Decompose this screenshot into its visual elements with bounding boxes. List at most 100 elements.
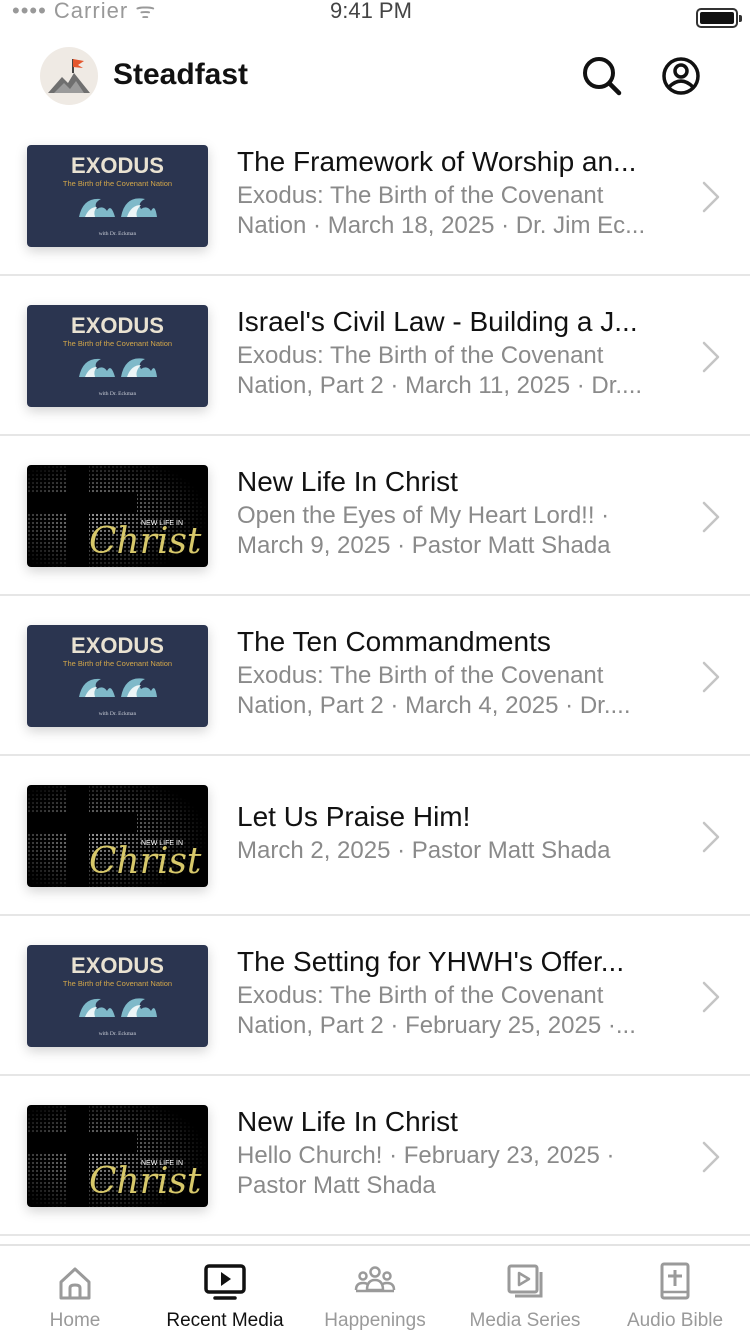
media-item-subtitle: Exodus: The Birth of the Covenant Nation,…: [237, 661, 670, 721]
search-icon: [583, 57, 622, 96]
svg-text:Christ: Christ: [89, 1161, 202, 1202]
media-item-title: The Framework of Worship an...: [237, 146, 637, 177]
svg-text:EXODUS: EXODUS: [71, 953, 164, 978]
mountain-flag-icon: [48, 59, 90, 93]
media-list-item[interactable]: EXODUS The Birth of the Covenant Nation …: [0, 916, 750, 1076]
media-item-subtitle-line: Exodus: The Birth of the Covenant: [237, 182, 604, 209]
media-item-subtitle: March 2, 2025 · Pastor Matt Shada: [237, 836, 670, 866]
media-item-title: New Life In Christ: [237, 466, 458, 497]
chevron-right-icon: [702, 341, 720, 373]
media-item-subtitle: Exodus: The Birth of the Covenant Nation,…: [237, 341, 670, 401]
svg-text:The Birth of the Covenant Nati: The Birth of the Covenant Nation: [63, 979, 172, 988]
media-thumbnail: NEW LIFE IN Christ: [27, 465, 208, 567]
chevron-right-icon: [702, 1141, 720, 1173]
tab-home[interactable]: Home: [0, 1246, 150, 1334]
svg-text:The Birth of the Covenant Nati: The Birth of the Covenant Nation: [63, 659, 172, 668]
media-item-text: Let Us Praise Him! March 2, 2025 · Pastor…: [237, 800, 670, 866]
media-item-subtitle-line: March 9, 2025 · Pastor Matt Shada: [237, 532, 611, 559]
exodus-thumbnail: EXODUS The Birth of the Covenant Nation …: [27, 945, 208, 1047]
media-list: EXODUS The Birth of the Covenant Nation …: [0, 116, 750, 1236]
media-item-subtitle-line: Exodus: The Birth of the Covenant: [237, 342, 604, 369]
media-item-subtitle: Exodus: The Birth of the Covenant Nation,…: [237, 981, 670, 1041]
media-item-subtitle-line: Exodus: The Birth of the Covenant: [237, 662, 604, 689]
media-thumbnail: EXODUS The Birth of the Covenant Nation …: [27, 145, 208, 247]
media-item-text: New Life In Christ Hello Church! · Februa…: [237, 1105, 670, 1201]
media-item-subtitle-line: Open the Eyes of My Heart Lord!! ·: [237, 502, 610, 529]
media-stack-icon: [507, 1264, 543, 1298]
media-item-subtitle-line: Nation · March 18, 2025 · Dr. Jim Ec...: [237, 212, 646, 239]
tab-recent-media[interactable]: Recent Media: [150, 1246, 300, 1334]
media-item-subtitle-line: Nation, Part 2 · March 11, 2025 · Dr....: [237, 372, 643, 399]
tab-media-series[interactable]: Media Series: [450, 1246, 600, 1334]
svg-text:EXODUS: EXODUS: [71, 313, 164, 338]
media-item-subtitle-line: March 2, 2025 · Pastor Matt Shada: [237, 837, 611, 864]
media-item-title: Israel's Civil Law - Building a J...: [237, 306, 638, 337]
tab-label: Recent Media: [166, 1310, 284, 1331]
exodus-thumbnail: EXODUS The Birth of the Covenant Nation …: [27, 145, 208, 247]
tv-play-icon: [204, 1264, 246, 1300]
media-item-subtitle: Exodus: The Birth of the Covenant Nation …: [237, 181, 670, 241]
chevron-right-icon: [702, 981, 720, 1013]
media-item-title: The Setting for YHWH's Offer...: [237, 946, 625, 977]
media-item-subtitle-line: Nation, Part 2 · February 25, 2025 ·...: [237, 1012, 636, 1039]
media-item-title: New Life In Christ: [237, 1106, 458, 1137]
new-life-thumbnail: NEW LIFE IN Christ: [27, 785, 208, 887]
tab-audio-bible[interactable]: Audio Bible: [600, 1246, 750, 1334]
media-item-subtitle: Hello Church! · February 23, 2025 · Pasto…: [237, 1141, 670, 1201]
media-item-subtitle-line: Exodus: The Birth of the Covenant: [237, 982, 604, 1009]
tab-label: Happenings: [324, 1310, 426, 1331]
media-item-subtitle-line: Pastor Matt Shada: [237, 1172, 436, 1199]
people-icon: [354, 1266, 396, 1293]
user-circle-icon: [662, 57, 700, 95]
app-title: Steadfast: [113, 58, 249, 91]
media-list-item[interactable]: EXODUS The Birth of the Covenant Nation …: [0, 596, 750, 756]
media-item-text: The Setting for YHWH's Offer... Exodus: T…: [237, 945, 670, 1041]
svg-text:Christ: Christ: [89, 841, 202, 882]
media-item-text: The Ten Commandments Exodus: The Birth of…: [237, 625, 670, 721]
new-life-thumbnail: NEW LIFE IN Christ: [27, 465, 208, 567]
battery-icon: [696, 8, 742, 28]
bible-icon: [660, 1262, 690, 1300]
new-life-thumbnail: NEW LIFE IN Christ: [27, 1105, 208, 1207]
media-list-item[interactable]: NEW LIFE IN Christ New Life In Christ Hel…: [0, 1076, 750, 1236]
media-thumbnail: EXODUS The Birth of the Covenant Nation …: [27, 625, 208, 727]
media-list-item[interactable]: EXODUS The Birth of the Covenant Nation …: [0, 116, 750, 276]
chevron-right-icon: [702, 181, 720, 213]
app-header: Steadfast: [0, 40, 750, 116]
profile-button[interactable]: [659, 54, 703, 98]
media-thumbnail: NEW LIFE IN Christ: [27, 1105, 208, 1207]
svg-text:with Dr. Eckman: with Dr. Eckman: [99, 711, 137, 717]
home-icon: [59, 1267, 91, 1300]
media-list-item[interactable]: NEW LIFE IN Christ New Life In Christ Ope…: [0, 436, 750, 596]
clock-label: 9:41 PM: [330, 2, 412, 23]
svg-text:with Dr. Eckman: with Dr. Eckman: [99, 391, 137, 397]
search-button[interactable]: [580, 54, 624, 98]
media-item-title: The Ten Commandments: [237, 626, 551, 657]
media-item-text: Israel's Civil Law - Building a J... Exod…: [237, 305, 670, 401]
media-list-item[interactable]: EXODUS The Birth of the Covenant Nation …: [0, 276, 750, 436]
chevron-right-icon: [702, 501, 720, 533]
app-logo[interactable]: [40, 47, 98, 105]
carrier-label: •••• Carrier ᯤ: [12, 2, 157, 23]
media-item-subtitle-line: Nation, Part 2 · March 4, 2025 · Dr....: [237, 692, 631, 719]
media-list-item[interactable]: NEW LIFE IN Christ Let Us Praise Him! Mar…: [0, 756, 750, 916]
chevron-right-icon: [702, 661, 720, 693]
media-item-subtitle-line: Hello Church! · February 23, 2025 ·: [237, 1142, 615, 1169]
tab-label: Media Series: [469, 1310, 581, 1331]
media-item-text: The Framework of Worship an... Exodus: Th…: [237, 145, 670, 241]
tab-happenings[interactable]: Happenings: [300, 1246, 450, 1334]
svg-text:EXODUS: EXODUS: [71, 633, 164, 658]
media-thumbnail: EXODUS The Birth of the Covenant Nation …: [27, 305, 208, 407]
tab-bar: Home Recent Media Happenings Media Series Au…: [0, 1244, 750, 1334]
exodus-thumbnail: EXODUS The Birth of the Covenant Nation …: [27, 625, 208, 727]
tab-label: Home: [49, 1310, 101, 1331]
status-bar: •••• Carrier ᯤ 9:41 PM: [0, 0, 750, 36]
tab-label: Audio Bible: [626, 1310, 724, 1331]
chevron-right-icon: [702, 821, 720, 853]
media-item-title: Let Us Praise Him!: [237, 801, 471, 832]
svg-text:with Dr. Eckman: with Dr. Eckman: [99, 1031, 137, 1037]
svg-text:Christ: Christ: [89, 521, 202, 562]
svg-text:The Birth of the Covenant Nati: The Birth of the Covenant Nation: [63, 339, 172, 348]
media-thumbnail: EXODUS The Birth of the Covenant Nation …: [27, 945, 208, 1047]
media-thumbnail: NEW LIFE IN Christ: [27, 785, 208, 887]
